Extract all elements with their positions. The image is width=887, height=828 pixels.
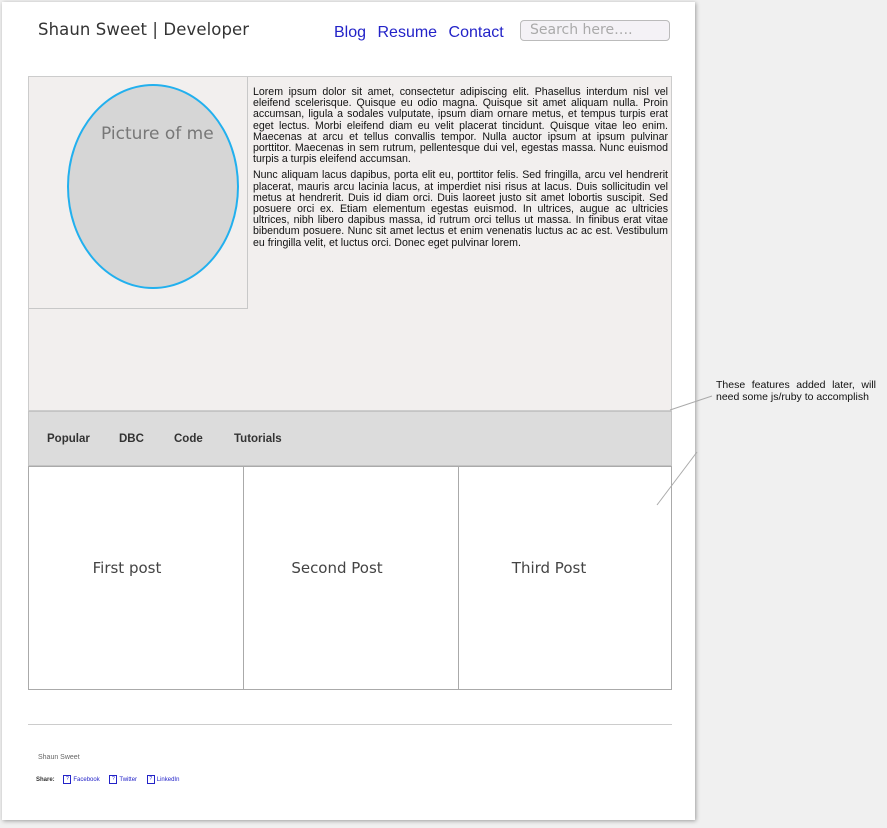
connector-line: [669, 395, 713, 411]
annotation-connector: [656, 395, 713, 506]
annotation-note: These features added later, will need so…: [716, 379, 876, 403]
connector-line: [656, 451, 698, 506]
